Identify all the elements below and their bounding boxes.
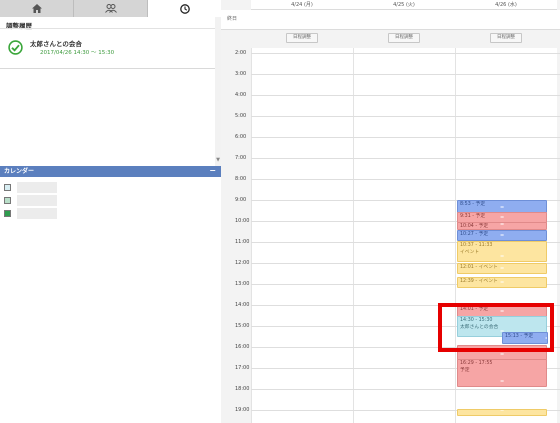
users-icon [104,4,117,13]
history-item-title: 太郎さんとの会合 [30,40,82,48]
allday-row [221,10,560,30]
resize-handle-icon[interactable]: = [500,254,504,261]
calendar-item[interactable] [4,194,57,207]
calendar-event[interactable]: = [457,408,547,417]
hour-label: 14:00 [235,302,250,308]
hour-label: 16:00 [235,344,250,350]
resize-handle-icon[interactable]: = [500,223,504,229]
resize-handle-icon[interactable]: = [500,266,504,273]
day-column[interactable] [251,48,353,423]
clock-icon [179,3,190,14]
hour-label: 3:00 [235,71,247,77]
day-column-header: 4/24 (月) [251,0,353,10]
calendar-event[interactable]: 10:27 - 予定 = [457,230,547,241]
calendar-list [4,181,57,220]
schedule-adjust-button[interactable]: 日程調整 [286,33,318,43]
resize-handle-icon[interactable]: = [500,215,504,222]
calendar-name-blurred [17,208,57,219]
calendar-color-checkbox[interactable] [4,197,11,204]
history-item[interactable]: 太郎さんとの会合 2017/04/26 14:30 ～ 15:30 [0,29,216,67]
allday-label: 終日 [227,16,238,22]
calendar-color-checkbox[interactable] [4,184,11,191]
tab-history[interactable] [148,0,221,17]
calendar-event[interactable]: 12:39 - イベント = [457,276,547,289]
day-column-header: 4/25 (火) [353,0,455,10]
tab-home[interactable] [0,0,74,17]
hour-line [251,95,560,96]
schedule-adjust-button[interactable]: 日程調整 [490,33,522,43]
calendar-item[interactable] [4,207,57,220]
home-icon [31,4,42,13]
left-panel: 調整履歴 太郎さんとの会合 2017/04/26 14:30 ～ 15:30 ▼… [0,0,221,423]
calendar-event[interactable]: 10:04 - 予定 = [457,222,547,231]
hour-label: 4:00 [235,92,247,98]
hour-label: 19:00 [235,407,250,413]
collapse-button[interactable]: − [209,166,216,176]
calendar-event[interactable]: 10:37 - 11:33 イベント = [457,240,547,262]
hours-grid: 2:00 3:00 4:00 5:00 6:00 7:00 8:00 9:00 10:00 11:… [221,48,560,423]
history-item-time: 2017/04/26 14:30 ～ 15:30 [40,50,115,56]
highlight-box [438,303,554,352]
calendar-panel: 終日 2:00 3:00 4:00 5:00 6:00 7:00 8:00 9:00 10:00… [221,0,560,423]
calendar-name-blurred [17,195,57,206]
tab-users[interactable] [74,0,148,17]
calendar-event[interactable]: 12:01 - イベント = [457,263,547,274]
hour-line [251,179,560,180]
tab-bar [0,0,221,17]
hour-label: 2:00 [235,50,247,56]
calendar-item[interactable] [4,181,57,194]
event-time-label: 10:37 - 11:33 [460,242,493,248]
resize-handle-icon[interactable]: = [500,352,504,359]
hour-line [251,116,560,117]
hour-label: 8:00 [235,176,247,182]
hour-label: 18:00 [235,386,250,392]
hour-label: 10:00 [235,218,250,224]
hour-line [251,158,560,159]
hour-label: 17:00 [235,365,250,371]
hour-line [251,137,560,138]
divider [0,68,216,69]
hour-label: 11:00 [235,239,250,245]
check-circle-icon [8,40,23,55]
day-column-header: 4/26 (水) [455,0,557,10]
calendar-section-header: カレンダー − [0,166,221,177]
hour-label: 15:00 [235,323,250,329]
resize-handle-icon[interactable]: = [500,205,504,212]
hour-line [251,74,560,75]
calendar-name-blurred [17,182,57,193]
calendar-event[interactable]: 16:29 - 17:55 予定 = [457,358,547,387]
hour-label: 13:00 [235,281,250,287]
schedule-adjust-button[interactable]: 日程調整 [388,33,420,43]
hour-label: 9:00 [235,197,247,203]
event-time-label: 16:29 - 17:55 [460,360,493,366]
calendar-event[interactable]: 8:53 - 予定 = [457,200,547,213]
resize-handle-icon[interactable]: = [500,280,504,287]
hour-label: 12:00 [235,260,250,266]
day-column[interactable] [353,48,455,423]
hour-label: 5:00 [235,113,247,119]
calendar-grid: 終日 2:00 3:00 4:00 5:00 6:00 7:00 8:00 9:00 10:00… [221,0,560,423]
resize-handle-icon[interactable]: = [500,233,504,240]
calendar-section-title: カレンダー [4,168,35,175]
event-title-label: 予定 [460,367,470,373]
hour-line [251,389,560,390]
hour-label: 6:00 [235,134,247,140]
hour-label: 7:00 [235,155,247,161]
resize-handle-icon[interactable]: = [500,379,504,386]
resize-handle-icon[interactable]: = [500,410,504,415]
calendar-color-checkbox[interactable] [4,210,11,217]
hour-line [251,53,560,54]
